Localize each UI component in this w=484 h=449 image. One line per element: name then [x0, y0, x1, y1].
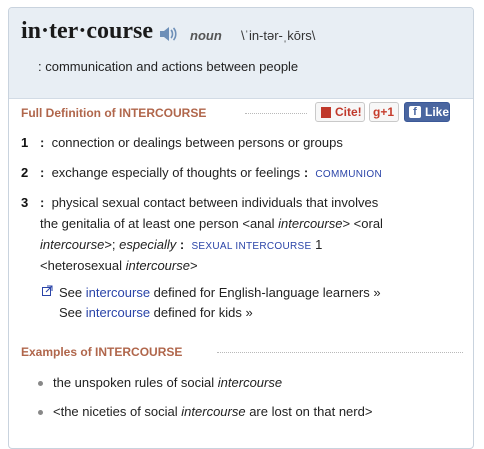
- dictionary-entry-card: in·ter·course noun \ˈin-tər-ˌkōrs\ : com…: [8, 7, 474, 449]
- example-1: the unspoken rules of social intercourse: [53, 375, 283, 390]
- sense-2: : exchange especially of thoughts or fee…: [40, 165, 382, 180]
- divider: [245, 113, 307, 114]
- sense-number-2: 2: [21, 165, 29, 180]
- facebook-like-button[interactable]: f Like: [404, 102, 450, 122]
- examples-heading: Examples of INTERCOURSE: [21, 345, 183, 359]
- learners-link[interactable]: intercourse: [86, 285, 150, 300]
- entry-header: in·ter·course noun \ˈin-tər-ˌkōrs\ : com…: [9, 8, 473, 99]
- headword: in·ter·course: [21, 18, 153, 44]
- pronunciation: \ˈin-tər-ˌkōrs\: [241, 28, 316, 43]
- short-gloss: : communication and actions between peop…: [38, 59, 299, 74]
- sense-number-3: 3: [21, 195, 29, 210]
- full-definition-heading: Full Definition of INTERCOURSE: [21, 106, 207, 120]
- external-link-icon: [42, 285, 53, 296]
- sense-3: : physical sexual contact between indivi…: [40, 195, 379, 210]
- speaker-icon[interactable]: [158, 25, 178, 43]
- example-2: <the niceties of social intercourse are …: [53, 404, 373, 419]
- bullet: [38, 381, 43, 386]
- sense-1: : connection or dealings between persons…: [40, 135, 343, 150]
- divider: [217, 352, 463, 353]
- part-of-speech: noun: [190, 28, 222, 43]
- google-plus-button[interactable]: g+1: [369, 102, 399, 122]
- sense-number-1: 1: [21, 135, 29, 150]
- kids-link[interactable]: intercourse: [86, 305, 150, 320]
- cite-button[interactable]: Cite!: [315, 102, 365, 122]
- facebook-icon: f: [409, 106, 421, 118]
- sense-3-line-4: <heterosexual intercourse>: [40, 258, 198, 273]
- bookmark-icon: [321, 107, 331, 118]
- xref-sexual-intercourse[interactable]: SEXUAL INTERCOURSE: [191, 241, 311, 252]
- xref-communion[interactable]: COMMUNION: [315, 169, 382, 180]
- see-kids-line: See intercourse defined for kids »: [59, 305, 253, 320]
- see-learners-line: See intercourse defined for English-lang…: [59, 285, 381, 300]
- bullet: [38, 410, 43, 415]
- sense-3-line-3: intercourse>; especially : SEXUAL INTERC…: [40, 237, 323, 252]
- sense-3-line-2: the genitalia of at least one person <an…: [40, 216, 383, 231]
